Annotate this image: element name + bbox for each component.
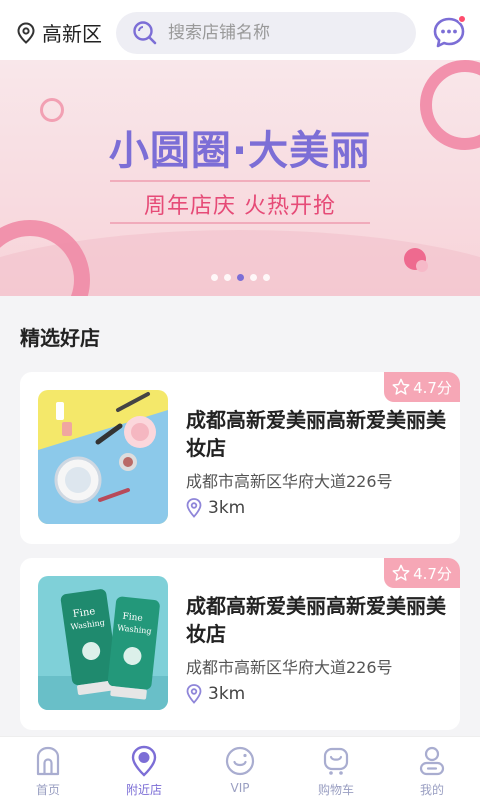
carousel-dot[interactable] xyxy=(210,274,218,281)
banner-title: 小圆圈·大美丽 xyxy=(108,128,372,174)
shop-address: 成都市高新区华府大道226号 xyxy=(186,472,393,491)
tab-label: 首页 xyxy=(35,783,60,797)
shop-card[interactable]: Fine Washing Fine Washing 成都高新爱美丽高新爱美丽美妆… xyxy=(20,558,460,730)
promo-banner[interactable]: 小圆圈·大美丽 周年店庆 火热开抢 xyxy=(0,60,480,296)
home-icon xyxy=(36,746,60,776)
shop-image xyxy=(38,390,168,524)
message-button[interactable] xyxy=(432,15,466,50)
shop-distance: 3km xyxy=(186,684,245,704)
location-pin-icon xyxy=(186,498,202,518)
tab-vip[interactable]: VIP xyxy=(192,737,288,800)
tab-cart[interactable]: 购物车 xyxy=(288,737,384,800)
profile-icon xyxy=(419,746,445,776)
shop-image: Fine Washing Fine Washing xyxy=(38,576,168,710)
notification-dot xyxy=(458,15,466,23)
section-title: 精选好店 xyxy=(20,326,100,350)
carousel-dot[interactable] xyxy=(249,274,257,281)
distance-value: 3km xyxy=(208,498,246,518)
carousel-dot-active[interactable] xyxy=(236,274,244,281)
rating-badge: 4.7分 xyxy=(384,558,460,588)
bottom-tab-bar: 首页 附近店 VIP 购物车 我的 xyxy=(0,736,480,800)
distance-value: 3km xyxy=(208,684,246,704)
rating-badge: 4.7分 xyxy=(384,372,460,402)
rating-value: 4.7分 xyxy=(413,564,452,583)
vip-icon xyxy=(225,746,255,776)
banner-decoration xyxy=(416,260,428,272)
carousel-dot[interactable] xyxy=(262,274,270,281)
top-bar: 高新区 xyxy=(0,0,480,60)
star-icon xyxy=(392,378,410,395)
search-input[interactable] xyxy=(168,23,398,43)
cart-icon xyxy=(323,747,349,775)
location-pin-icon xyxy=(17,21,35,44)
rating-value: 4.7分 xyxy=(413,378,452,397)
star-icon xyxy=(392,564,410,581)
tab-label: 附近店 xyxy=(125,783,162,797)
tab-nearby[interactable]: 附近店 xyxy=(96,737,192,800)
tab-label: 我的 xyxy=(419,783,444,797)
shop-card[interactable]: 成都高新爱美丽高新爱美丽美妆店 成都市高新区华府大道226号 3km 4.7分 xyxy=(20,372,460,544)
carousel-indicator xyxy=(0,274,480,281)
tab-label: 购物车 xyxy=(317,783,354,797)
location-pin-icon xyxy=(186,684,202,704)
tab-label: VIP xyxy=(230,781,250,795)
svg-text:Fine: Fine xyxy=(122,612,143,624)
tab-profile[interactable]: 我的 xyxy=(384,737,480,800)
shop-name: 成都高新爱美丽高新爱美丽美妆店 xyxy=(186,408,446,460)
banner-subtitle: 周年店庆 火热开抢 xyxy=(144,194,336,219)
search-icon xyxy=(133,21,157,45)
carousel-dot[interactable] xyxy=(223,274,231,281)
location-selector[interactable]: 高新区 xyxy=(16,18,102,47)
search-bar[interactable] xyxy=(116,12,416,54)
banner-decoration xyxy=(0,220,90,296)
location-label: 高新区 xyxy=(42,22,102,46)
tab-home[interactable]: 首页 xyxy=(0,737,96,800)
shop-address: 成都市高新区华府大道226号 xyxy=(186,658,393,677)
shop-distance: 3km xyxy=(186,498,245,518)
nearby-location-icon xyxy=(131,745,157,777)
shop-name: 成都高新爱美丽高新爱美丽美妆店 xyxy=(186,594,446,646)
